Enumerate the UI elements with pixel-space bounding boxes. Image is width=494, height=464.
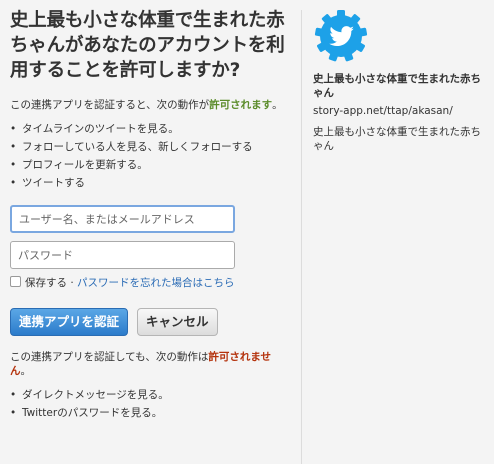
remember-row: 保存する · パスワードを忘れた場合はこちら bbox=[10, 276, 292, 291]
list-item: ツイートする bbox=[10, 174, 292, 192]
remember-label[interactable]: 保存する bbox=[25, 277, 67, 289]
list-item: フォローしている人を見る、新しくフォローする bbox=[10, 138, 292, 156]
authorize-panel: 史上最も小さな体重で生まれた赤ちゃんがあなたのアカウントを利用することを許可しま… bbox=[10, 8, 292, 422]
app-info-panel: 史上最も小さな体重で生まれた赤ちゃん story-app.net/ttap/ak… bbox=[313, 8, 488, 153]
list-item: プロフィールを更新する。 bbox=[10, 156, 292, 174]
forgot-password-link[interactable]: パスワードを忘れた場合はこちら bbox=[77, 277, 235, 289]
allowed-emphasis: 許可されます bbox=[209, 99, 273, 111]
list-item: Twitterのパスワードを見る。 bbox=[10, 404, 292, 422]
password-field[interactable] bbox=[10, 241, 235, 269]
separator: · bbox=[70, 277, 74, 289]
app-name: 史上最も小さな体重で生まれた赤ちゃん bbox=[313, 73, 481, 99]
remember-checkbox[interactable] bbox=[10, 276, 21, 287]
allowed-permissions-list: タイムラインのツイートを見る。 フォローしている人を見る、新しくフォローする プ… bbox=[10, 120, 292, 192]
page-title: 史上最も小さな体重で生まれた赤ちゃんがあなたのアカウントを利用することを許可しま… bbox=[10, 10, 285, 81]
allowed-permissions-lead: この連携アプリを認証すると、次の動作が許可されます。 bbox=[10, 99, 283, 111]
button-row: 連携アプリを認証 キャンセル bbox=[10, 308, 292, 336]
twitter-bird-gear-icon bbox=[313, 8, 369, 64]
list-item: ダイレクトメッセージを見る。 bbox=[10, 386, 292, 404]
cancel-button[interactable]: キャンセル bbox=[137, 308, 218, 336]
app-url: story-app.net/ttap/akasan/ bbox=[313, 105, 453, 117]
column-divider bbox=[301, 10, 302, 464]
app-description: 史上最も小さな体重で生まれた赤ちゃん bbox=[313, 126, 481, 152]
username-field[interactable] bbox=[10, 205, 235, 233]
authorize-app-button[interactable]: 連携アプリを認証 bbox=[10, 308, 129, 336]
list-item: タイムラインのツイートを見る。 bbox=[10, 120, 292, 138]
denied-permissions-list: ダイレクトメッセージを見る。 Twitterのパスワードを見る。 bbox=[10, 386, 292, 422]
denied-permissions-lead: この連携アプリを認証しても、次の動作は許可されません。 bbox=[10, 351, 272, 377]
